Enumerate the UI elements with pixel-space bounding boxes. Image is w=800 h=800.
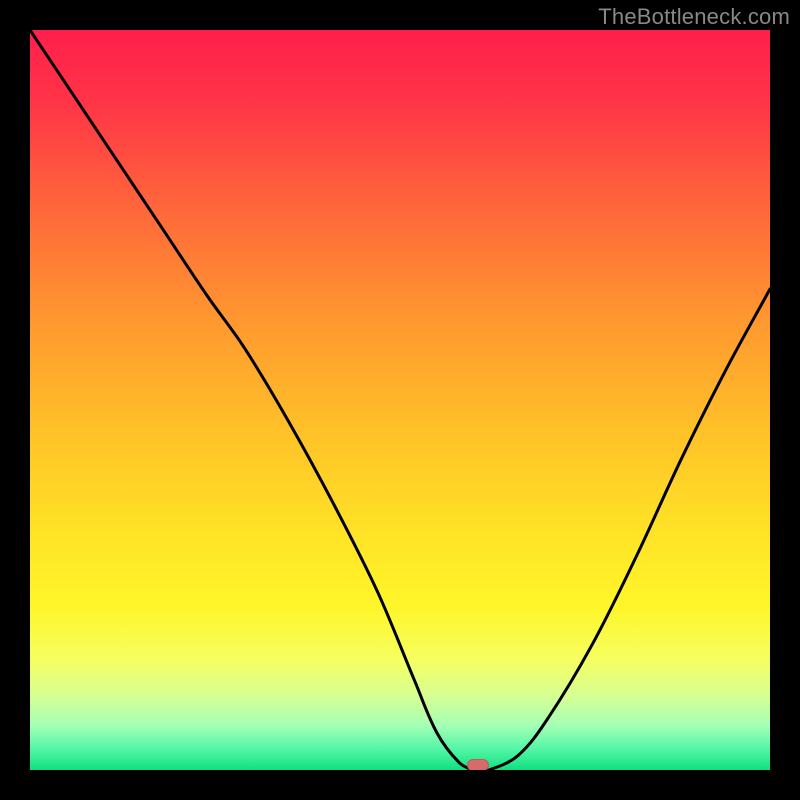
watermark-text: TheBottleneck.com <box>598 4 790 30</box>
minimum-marker <box>467 759 489 770</box>
chart-frame: TheBottleneck.com <box>0 0 800 800</box>
bottleneck-curve <box>30 30 770 770</box>
plot-area <box>30 30 770 770</box>
